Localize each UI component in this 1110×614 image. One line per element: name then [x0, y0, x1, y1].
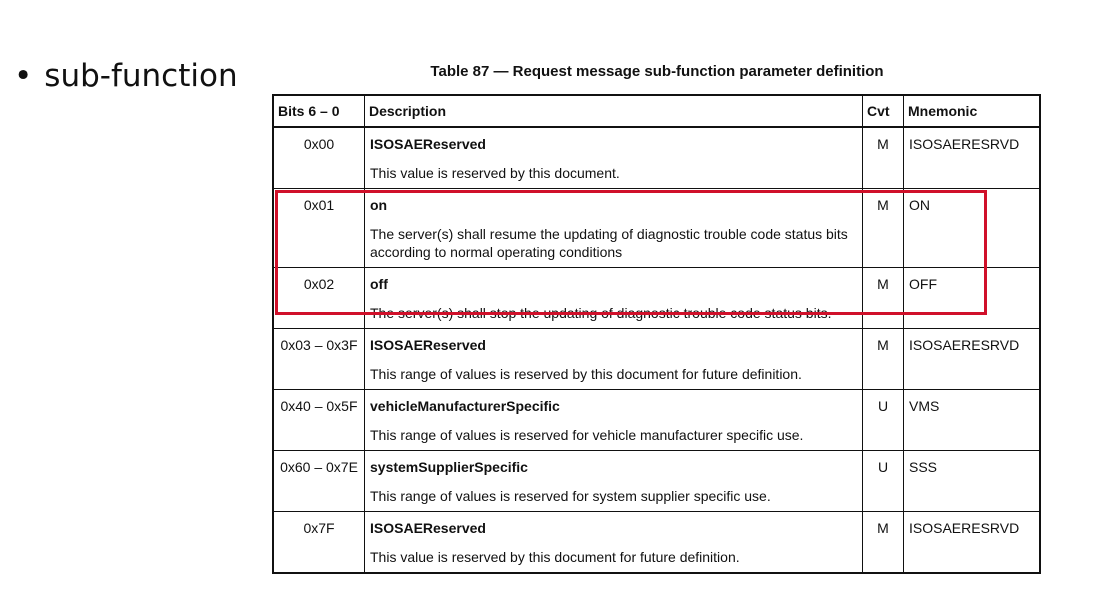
cell-cvt: M: [862, 126, 904, 189]
table-row: 0x03 – 0x3F ISOSAEReserved This range of…: [272, 328, 1041, 390]
table-caption: Table 87 — Request message sub-function …: [430, 63, 884, 80]
parameter-text: This range of values is reserved by this…: [370, 366, 802, 382]
cell-cvt: M: [862, 328, 904, 390]
cell-mnemonic: ISOSAERESRVD: [903, 511, 1041, 573]
cell-description: vehicleManufacturerSpecific This range o…: [364, 389, 863, 451]
bullet-text: sub-function: [44, 58, 238, 94]
table-row: 0x7F ISOSAEReserved This value is reserv…: [272, 511, 1041, 573]
parameter-text: This range of values is reserved for sys…: [370, 488, 771, 504]
parameter-text: This value is reserved by this document.: [370, 165, 620, 181]
header-description: Description: [364, 95, 863, 128]
parameter-text: This value is reserved by this document …: [370, 549, 740, 565]
cell-description: on The server(s) shall resume the updati…: [364, 188, 863, 268]
header-cvt: Cvt: [862, 95, 904, 128]
parameter-name: ISOSAEReserved: [370, 520, 486, 536]
cell-bits: 0x01: [272, 188, 365, 268]
cell-bits: 0x7F: [272, 511, 365, 573]
cell-mnemonic: VMS: [903, 389, 1041, 451]
parameter-text: This range of values is reserved for veh…: [370, 427, 804, 443]
cell-mnemonic: SSS: [903, 450, 1041, 512]
cell-cvt: U: [862, 450, 904, 512]
cell-cvt: M: [862, 511, 904, 573]
parameter-text: The server(s) shall stop the updating of…: [370, 305, 832, 321]
parameter-name: ISOSAEReserved: [370, 337, 486, 353]
parameter-name: ISOSAEReserved: [370, 136, 486, 152]
cell-bits: 0x02: [272, 267, 365, 329]
cell-bits: 0x60 – 0x7E: [272, 450, 365, 512]
cell-bits: 0x03 – 0x3F: [272, 328, 365, 390]
parameter-name: off: [370, 276, 388, 292]
table-row: 0x00 ISOSAEReserved This value is reserv…: [272, 126, 1041, 189]
cell-cvt: U: [862, 389, 904, 451]
parameter-text: The server(s) shall resume the updating …: [370, 226, 848, 260]
table-row: 0x40 – 0x5F vehicleManufacturerSpecific …: [272, 389, 1041, 451]
table-row: 0x02 off The server(s) shall stop the up…: [272, 267, 1041, 329]
table-row: 0x60 – 0x7E systemSupplierSpecific This …: [272, 450, 1041, 512]
parameter-name: on: [370, 197, 388, 213]
cell-mnemonic: ISOSAERESRVD: [903, 328, 1041, 390]
cell-description: off The server(s) shall stop the updatin…: [364, 267, 863, 329]
bullet-dot: •: [14, 58, 33, 94]
cell-mnemonic: OFF: [903, 267, 1041, 329]
cell-description: ISOSAEReserved This range of values is r…: [364, 328, 863, 390]
cell-mnemonic: ON: [903, 188, 1041, 268]
cell-cvt: M: [862, 267, 904, 329]
cell-bits: 0x00: [272, 126, 365, 189]
cell-description: ISOSAEReserved This value is reserved by…: [364, 511, 863, 573]
header-mnemonic: Mnemonic: [903, 95, 1041, 128]
cell-description: ISOSAEReserved This value is reserved by…: [364, 126, 863, 189]
bullet-item: • sub-function: [14, 58, 238, 94]
parameter-table: Bits 6 – 0 Description Cvt Mnemonic 0x00…: [272, 94, 1041, 574]
cell-description: systemSupplierSpecific This range of val…: [364, 450, 863, 512]
header-bits: Bits 6 – 0: [272, 95, 365, 128]
cell-cvt: M: [862, 188, 904, 268]
parameter-name: vehicleManufacturerSpecific: [370, 398, 560, 414]
table-row: 0x01 on The server(s) shall resume the u…: [272, 188, 1041, 268]
table-header-row: Bits 6 – 0 Description Cvt Mnemonic: [272, 95, 1041, 128]
parameter-name: systemSupplierSpecific: [370, 459, 528, 475]
cell-bits: 0x40 – 0x5F: [272, 389, 365, 451]
cell-mnemonic: ISOSAERESRVD: [903, 126, 1041, 189]
